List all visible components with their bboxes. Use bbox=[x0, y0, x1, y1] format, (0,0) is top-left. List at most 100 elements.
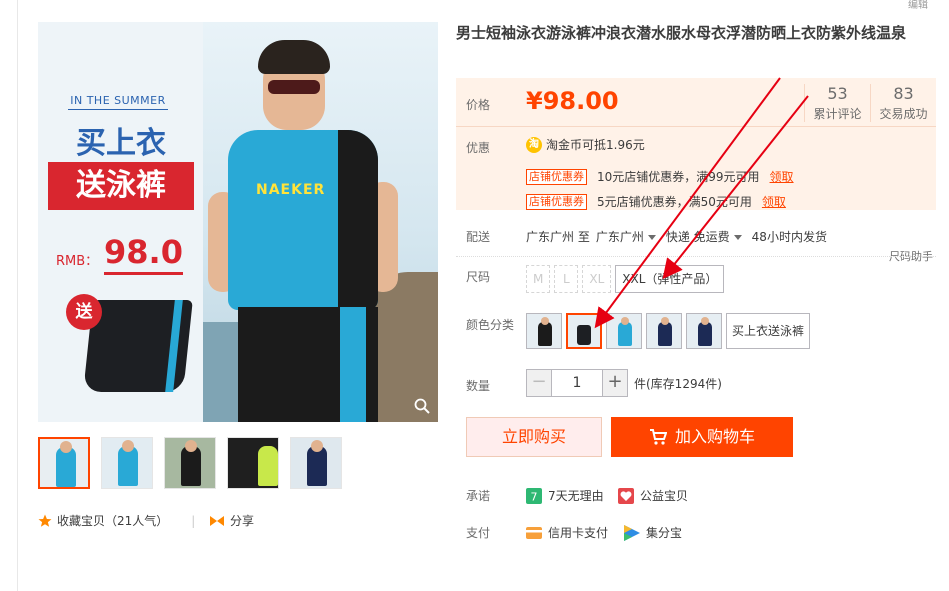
thumbnail-4[interactable] bbox=[227, 437, 279, 489]
thumb-head bbox=[122, 440, 134, 452]
swatch-figure bbox=[577, 325, 591, 345]
stat-reviews-num: 53 bbox=[827, 84, 848, 103]
pay-credit-card[interactable]: 信用卡支付 bbox=[526, 524, 608, 541]
price-value: ¥98.00 bbox=[526, 87, 619, 115]
coupon-claim-link[interactable]: 领取 bbox=[762, 193, 786, 210]
coupon-text: 10元店铺优惠券，满99元可用 bbox=[597, 170, 760, 184]
thumbnail-3[interactable] bbox=[164, 437, 216, 489]
coin-offer: 淘 淘金币可抵1.96元 bbox=[526, 136, 645, 153]
gift-circle: 送 bbox=[66, 294, 102, 330]
thumb-head bbox=[185, 440, 197, 452]
rmb-value: 98.0 bbox=[104, 232, 183, 275]
color-label: 颜色分类 bbox=[466, 318, 515, 332]
shipping-label: 配送 bbox=[466, 230, 491, 244]
swatch-head bbox=[541, 317, 549, 325]
promise-charity-label: 公益宝贝 bbox=[640, 489, 689, 503]
size-option-m: M bbox=[526, 265, 551, 293]
quantity-input[interactable]: 1 bbox=[552, 369, 602, 397]
jifenbao-icon bbox=[624, 524, 640, 541]
stat-sales-num: 83 bbox=[893, 84, 914, 103]
main-product-image[interactable]: IN THE SUMMER 买上衣 送泳裤 RMB： 98.0 送 NAEKER bbox=[38, 22, 438, 422]
promo-gift-box: 送泳裤 bbox=[48, 162, 194, 210]
coin-text: 淘金币可抵1.96元 bbox=[546, 138, 645, 152]
size-options: M L XL XXL（弹性产品） bbox=[526, 265, 725, 293]
star-icon bbox=[38, 514, 52, 527]
stat-sales[interactable]: 83 交易成功 bbox=[870, 84, 936, 122]
shipping-values: 广东广州 至 广东广州 快递 免运费 48小时内发货 bbox=[526, 228, 827, 245]
ship-from: 广东广州 至 bbox=[526, 230, 590, 244]
chevron-down-icon bbox=[733, 235, 742, 240]
thumbnail-2[interactable] bbox=[101, 437, 153, 489]
promise-charity[interactable]: 公益宝贝 bbox=[618, 487, 688, 504]
divider: | bbox=[191, 513, 196, 528]
add-to-cart-label: 加入购物车 bbox=[674, 427, 755, 446]
color-option-1[interactable] bbox=[526, 313, 562, 349]
thumb-figure bbox=[56, 447, 76, 487]
ship-to: 广东广州 bbox=[595, 230, 644, 244]
quantity-stepper: − 1 + 件(库存1294件) bbox=[526, 369, 722, 397]
color-option-3[interactable] bbox=[606, 313, 642, 349]
pay-jifenbao-label: 集分宝 bbox=[646, 526, 683, 540]
add-to-cart-button[interactable]: 加入购物车 bbox=[611, 417, 793, 457]
size-option-xxl[interactable]: XXL（弹性产品） bbox=[615, 265, 725, 293]
coupon-claim-link[interactable]: 领取 bbox=[770, 168, 794, 185]
share-icon bbox=[210, 515, 224, 526]
color-options: 买上衣送泳裤 bbox=[526, 313, 811, 349]
seven-day-icon: 7 bbox=[526, 487, 542, 504]
pay-credit-card-label: 信用卡支付 bbox=[548, 526, 609, 540]
color-option-5[interactable] bbox=[686, 313, 722, 349]
color-option-text[interactable]: 买上衣送泳裤 bbox=[726, 313, 811, 349]
price-panel: 价格 ¥98.00 53 累计评论 83 交易成功 优惠 淘 淘金币可抵1.96… bbox=[456, 78, 936, 210]
swatch-figure bbox=[618, 322, 632, 346]
pay-jifenbao[interactable]: 集分宝 bbox=[624, 524, 682, 541]
favorite-label: 收藏宝贝（21人气） bbox=[57, 514, 169, 528]
color-option-4[interactable] bbox=[646, 313, 682, 349]
coupon-tag: 店铺优惠券 bbox=[526, 168, 587, 185]
swatch-figure bbox=[658, 322, 672, 346]
quantity-increase-button[interactable]: + bbox=[602, 369, 628, 397]
left-border bbox=[17, 0, 18, 591]
thumbnail-1[interactable] bbox=[38, 437, 90, 489]
promo-headline: 买上衣 bbox=[76, 126, 166, 161]
share-button[interactable]: 分享 bbox=[209, 512, 254, 529]
buy-now-button[interactable]: 立即购买 bbox=[466, 417, 602, 457]
shirt-brand: NAEKER bbox=[256, 182, 326, 198]
stat-sales-label: 交易成功 bbox=[879, 107, 928, 121]
edit-link[interactable]: 编辑 bbox=[908, 0, 928, 11]
price-label: 价格 bbox=[466, 98, 491, 112]
swatch-figure bbox=[698, 322, 712, 346]
stat-reviews[interactable]: 53 累计评论 bbox=[804, 84, 870, 122]
favorite-button[interactable]: 收藏宝贝（21人气） | bbox=[38, 512, 195, 529]
quantity-label: 数量 bbox=[466, 379, 491, 393]
thumbnail-5[interactable] bbox=[290, 437, 342, 489]
coupon-tag: 店铺优惠券 bbox=[526, 193, 587, 210]
promo-label: 优惠 bbox=[466, 141, 491, 155]
quantity-decrease-button[interactable]: − bbox=[526, 369, 552, 397]
model-hair bbox=[258, 40, 330, 74]
model-shirt: NAEKER bbox=[228, 130, 378, 310]
model-sunglasses bbox=[268, 80, 320, 94]
chevron-down-icon bbox=[647, 235, 656, 240]
color-option-2[interactable] bbox=[566, 313, 602, 349]
promise-7day-label: 7天无理由 bbox=[548, 489, 604, 503]
thumb-head bbox=[60, 441, 72, 453]
promise-label: 承诺 bbox=[466, 489, 491, 503]
thumbnail-list bbox=[38, 437, 342, 489]
size-option-xl: XL bbox=[582, 265, 612, 293]
cart-icon bbox=[649, 429, 667, 445]
stock-text: 件(库存1294件) bbox=[634, 376, 722, 391]
size-label: 尺码 bbox=[466, 270, 491, 284]
ship-fee-select[interactable]: 快递 免运费 bbox=[666, 228, 746, 245]
rmb-label: RMB： bbox=[56, 254, 99, 269]
zoom-icon[interactable] bbox=[414, 398, 430, 414]
coupon-row-1: 店铺优惠券 10元店铺优惠券，满99元可用 领取 bbox=[526, 168, 794, 185]
thumb-figure bbox=[307, 446, 327, 486]
ship-to-select[interactable]: 广东广州 bbox=[596, 228, 660, 245]
divider bbox=[456, 256, 936, 257]
ship-time: 48小时内发货 bbox=[751, 230, 827, 244]
charity-heart-icon bbox=[618, 487, 634, 504]
svg-text:7: 7 bbox=[531, 490, 538, 503]
share-label: 分享 bbox=[230, 514, 255, 528]
credit-card-icon bbox=[526, 526, 542, 539]
promise-7day[interactable]: 7 7天无理由 bbox=[526, 487, 604, 504]
